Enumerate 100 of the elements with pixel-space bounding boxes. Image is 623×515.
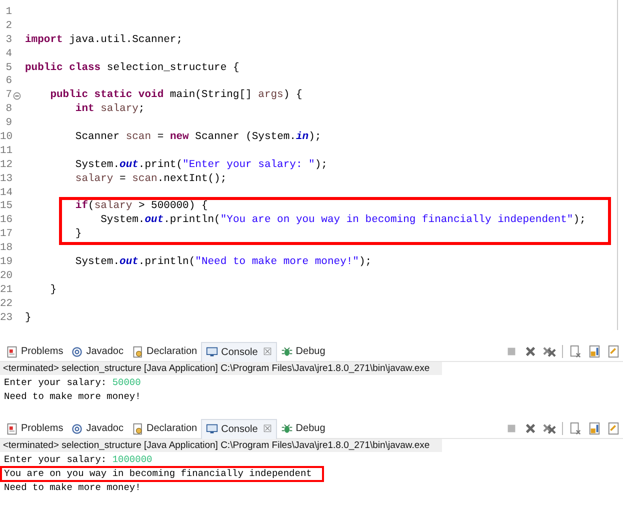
code-text: .println(: [138, 256, 196, 268]
at-sign-icon: [71, 346, 84, 358]
code-text: .println(: [164, 214, 220, 226]
field-name: in: [296, 131, 309, 144]
view-tab[interactable]: Problems: [2, 342, 68, 361]
keyword: if: [75, 200, 88, 212]
code-text: main(String[]: [168, 89, 253, 102]
variable-name: salary: [75, 172, 114, 185]
code-text: );: [308, 131, 322, 144]
code-text: }: [75, 228, 82, 240]
problems-icon: [6, 346, 18, 358]
console-output: Enter your salary:: [4, 377, 108, 388]
line-number: 13: [0, 172, 12, 187]
entered-value: 50000: [112, 377, 141, 388]
variable-name: scan: [132, 172, 158, 185]
line-number: 1: [4, 6, 12, 20]
line-number: 17: [0, 228, 12, 242]
entered-value: 1000000: [112, 454, 152, 465]
code-text: ;: [138, 103, 145, 116]
view-tab[interactable]: Javadoc: [67, 342, 128, 361]
keyword: int: [75, 103, 94, 116]
lock-page-icon[interactable]: [588, 345, 601, 358]
code-text: );: [573, 214, 586, 226]
view-tab[interactable]: Problems: [2, 419, 68, 438]
line-number: 9: [4, 117, 12, 132]
variable-name: scan: [126, 131, 152, 144]
view-tab[interactable]: Console ☒: [201, 418, 277, 438]
view-tab[interactable]: Declaration: [128, 342, 202, 361]
code-text: java.util.Scanner;: [68, 34, 183, 46]
console-output: You are on you way in becoming financially independent: [4, 468, 312, 479]
declaration-icon: [132, 346, 144, 358]
line-number: 12: [0, 158, 12, 173]
code-text: Scanner (System.: [194, 131, 296, 144]
line-number: 3: [4, 34, 12, 48]
monitor-icon: [206, 423, 218, 435]
remove-icon[interactable]: [524, 345, 537, 358]
keyword: public class: [25, 62, 101, 74]
keyword: import: [25, 34, 63, 46]
remove-icon[interactable]: [524, 422, 537, 435]
clear-page-icon[interactable]: [569, 345, 582, 358]
code-text: );: [314, 158, 328, 171]
collapse-icon[interactable]: [13, 92, 21, 100]
problems-icon: [6, 422, 18, 434]
pin-page-icon[interactable]: [607, 345, 620, 358]
view-tab[interactable]: Debug: [276, 342, 330, 361]
line-number: 4: [4, 48, 12, 62]
remove-all-icon[interactable]: [543, 422, 556, 435]
code-text: .nextInt();: [157, 172, 227, 185]
line-number: 6: [4, 75, 12, 90]
view-tab[interactable]: Declaration: [128, 419, 202, 438]
string-literal: "Enter your salary: ": [182, 158, 315, 171]
console-output: Need to make more money!: [4, 482, 141, 493]
line-number: 8: [4, 103, 12, 118]
console-output: Enter your salary:: [4, 454, 108, 465]
code-text: }: [25, 312, 32, 324]
monitor-icon: [206, 346, 218, 358]
line-number: 19: [0, 256, 12, 270]
code-text: =: [118, 172, 127, 185]
code-text: );: [358, 256, 372, 268]
line-number: 14: [0, 186, 12, 200]
code-text: System.: [75, 158, 120, 171]
line-number: 2: [4, 20, 12, 34]
line-number: 5: [4, 62, 12, 76]
code-text: }: [50, 284, 57, 296]
field-name: out: [120, 158, 138, 171]
lock-page-icon[interactable]: [588, 422, 601, 435]
pin-page-icon[interactable]: [607, 422, 620, 435]
view-tab[interactable]: Console ☒: [201, 342, 277, 362]
line-number: 10: [0, 131, 12, 145]
code-text: .print(: [138, 158, 183, 171]
line-number: 16: [0, 214, 12, 228]
line-number: 11: [0, 144, 12, 159]
code-text: =: [156, 131, 165, 144]
bug-icon: [280, 346, 293, 358]
variable-name: args: [258, 89, 284, 102]
bug-icon: [280, 422, 293, 434]
keyword: public static void: [50, 89, 164, 102]
line-number: 7: [4, 89, 12, 104]
declaration-icon: [132, 422, 144, 434]
launch-status: <terminated> selection_structure [Java Application] C:\Program Files\Java\jre1.8.0_271\bin\javaw.exe: [0, 439, 442, 452]
code-text: (: [88, 200, 94, 212]
code-text: > 500000) {: [137, 200, 208, 212]
line-number: 23: [0, 312, 12, 326]
string-literal: "Need to make more money!": [195, 256, 359, 268]
remove-all-icon[interactable]: [543, 345, 556, 358]
code-text: Scanner: [75, 131, 121, 144]
keyword: new: [170, 131, 189, 144]
line-number: 15: [0, 200, 12, 214]
field-name: out: [120, 256, 138, 268]
code-text: ) {: [283, 89, 302, 102]
code-text: selection_structure {: [106, 62, 240, 74]
view-tab[interactable]: Debug: [276, 419, 330, 438]
console-output: Need to make more money!: [4, 391, 141, 402]
variable-name: salary: [94, 200, 132, 212]
launch-status: <terminated> selection_structure [Java Application] C:\Program Files\Java\jre1.8.0_271\bin\javaw.exe: [0, 362, 442, 375]
at-sign-icon: [71, 422, 84, 434]
field-name: out: [144, 214, 164, 226]
string-literal: "You are on you way in becoming financially independent": [220, 214, 574, 226]
clear-page-icon[interactable]: [569, 422, 582, 435]
view-tab[interactable]: Javadoc: [67, 419, 128, 438]
